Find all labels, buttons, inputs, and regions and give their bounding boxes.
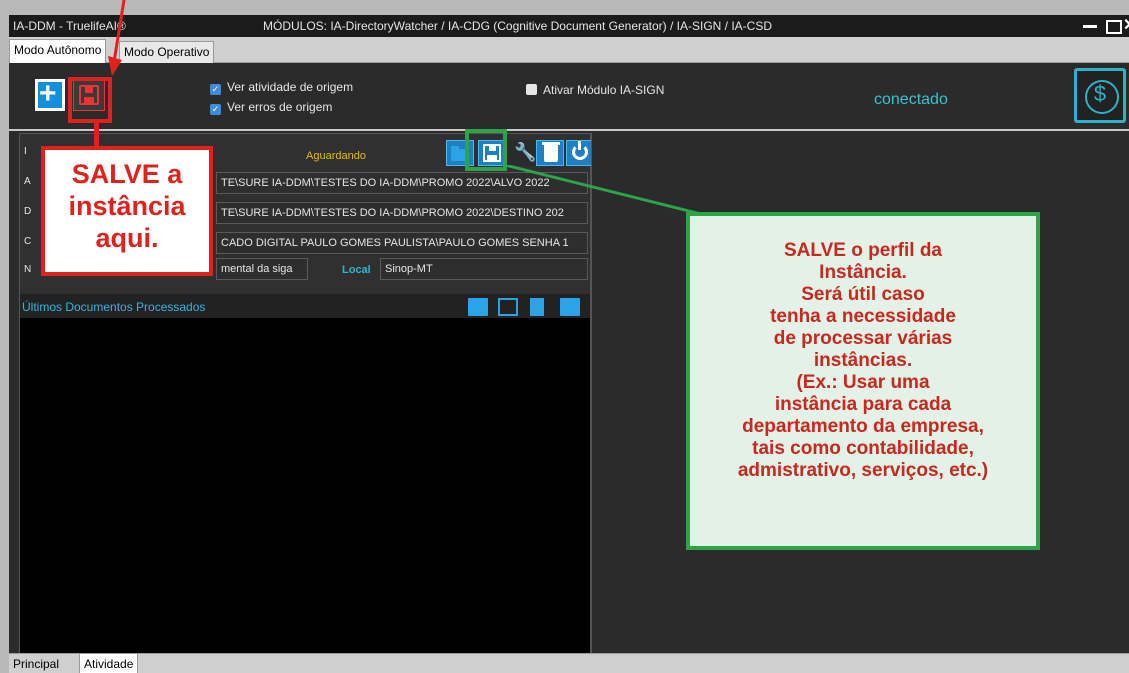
top-tab-strip: Modo Autônomo Modo Operativo <box>9 37 1129 63</box>
trash-icon <box>542 142 560 162</box>
tab-modo-autonomo[interactable]: Modo Autônomo <box>9 39 107 63</box>
trash-icon[interactable] <box>530 298 544 316</box>
callout-line: instâncias. <box>813 350 913 371</box>
callout-line: departamento da empresa, <box>742 416 984 437</box>
modules-title: MÓDULOS: IA-DirectoryWatcher / IA-CDG (C… <box>263 19 773 33</box>
billing-button[interactable]: $ <box>1074 68 1126 123</box>
side-letter: N <box>24 264 32 275</box>
callout-line: tenha a necessidade <box>770 306 956 327</box>
callout-line: instância para cada <box>774 394 952 415</box>
callout-line: SALVE o perfil da <box>783 240 942 261</box>
minimize-icon[interactable] <box>1081 15 1099 37</box>
processed-docs-header: Últimos Documentos Processados <box>20 294 590 318</box>
check-activity[interactable]: ✓ Ver atividade de origem <box>210 80 353 95</box>
tab-principal[interactable]: Principal <box>9 654 63 673</box>
check-activity-label: Ver atividade de origem <box>227 80 354 94</box>
side-letter: I <box>24 146 27 157</box>
title-bar: IA-DDM - TruelifeAI® MÓDULOS: IA-Directo… <box>9 15 1129 37</box>
side-letter: A <box>24 176 31 187</box>
delete-instance-button[interactable] <box>536 140 564 166</box>
wrench-icon: 🔧 <box>514 142 537 162</box>
check-ia-sign-label: Ativar Módulo IA-SIGN <box>543 83 665 97</box>
save-instance-highlight <box>68 77 112 123</box>
save-profile-callout: SALVE o perfil da Instância. Será útil c… <box>686 212 1040 550</box>
instance-name-field[interactable]: mental da siga <box>216 258 308 280</box>
power-button[interactable] <box>566 140 594 166</box>
check-ia-sign[interactable]: Ativar Módulo IA-SIGN <box>526 83 664 97</box>
bottom-tab-strip: Principal Atividade <box>9 653 1129 673</box>
local-field[interactable]: Sinop-MT <box>380 258 588 280</box>
certificate-path-field[interactable]: CADO DIGITAL PAULO GOMES PAULISTA\PAULO … <box>216 232 588 254</box>
status-badge: Aguardando <box>306 150 366 162</box>
red-arrow <box>108 0 126 76</box>
app-window: IA-DDM - TruelifeAI® MÓDULOS: IA-Directo… <box>0 0 1129 673</box>
checkbox-unchecked-icon[interactable] <box>526 84 537 95</box>
checkbox-checked-icon[interactable]: ✓ <box>210 84 221 95</box>
callout-line: Instância. <box>819 262 907 283</box>
side-letter: C <box>24 236 32 247</box>
callout-line: tais como contabilidade, <box>752 438 974 459</box>
archive-icon[interactable] <box>468 298 488 316</box>
maximize-icon[interactable] <box>1105 15 1122 37</box>
folder-icon[interactable] <box>560 298 580 316</box>
processed-docs-list[interactable] <box>20 318 590 654</box>
processed-docs-title: Últimos Documentos Processados <box>22 300 206 314</box>
callout-line: instância <box>68 191 186 221</box>
checkbox-checked-icon[interactable]: ✓ <box>210 104 221 115</box>
power-icon <box>572 141 588 160</box>
tab-atividade[interactable]: Atividade <box>79 654 139 673</box>
callout-line: de processar várias <box>773 328 953 349</box>
settings-button[interactable]: 🔧 <box>508 140 536 166</box>
local-label: Local <box>342 264 371 276</box>
green-connector <box>505 165 705 217</box>
callout-line: admistrativo, serviços, etc.) <box>737 460 989 481</box>
save-instance-callout: SALVE a instância aqui. <box>41 146 213 276</box>
connection-status: conectado <box>874 91 948 108</box>
red-connector <box>94 123 99 148</box>
callout-line: aqui. <box>95 223 159 253</box>
check-errors[interactable]: ✓ Ver erros de origem <box>210 100 332 115</box>
instance-toolbar: ✓ Ver atividade de origem ✓ Ver erros de o… <box>9 63 1129 131</box>
dollar-icon: $ <box>1093 81 1107 106</box>
side-letter: D <box>24 206 32 217</box>
close-icon[interactable]: ✕ <box>1123 15 1129 37</box>
tab-modo-operativo[interactable]: Modo Operativo <box>119 41 215 63</box>
callout-line: SALVE a <box>71 159 183 189</box>
save-profile-highlight <box>465 129 507 171</box>
add-instance-button[interactable] <box>35 77 65 111</box>
check-errors-label: Ver erros de origem <box>227 100 333 114</box>
callout-line: Será útil caso <box>801 284 925 305</box>
callout-line: (Ex.: Usar uma <box>796 372 930 393</box>
floppy-save-icon[interactable] <box>498 298 518 316</box>
